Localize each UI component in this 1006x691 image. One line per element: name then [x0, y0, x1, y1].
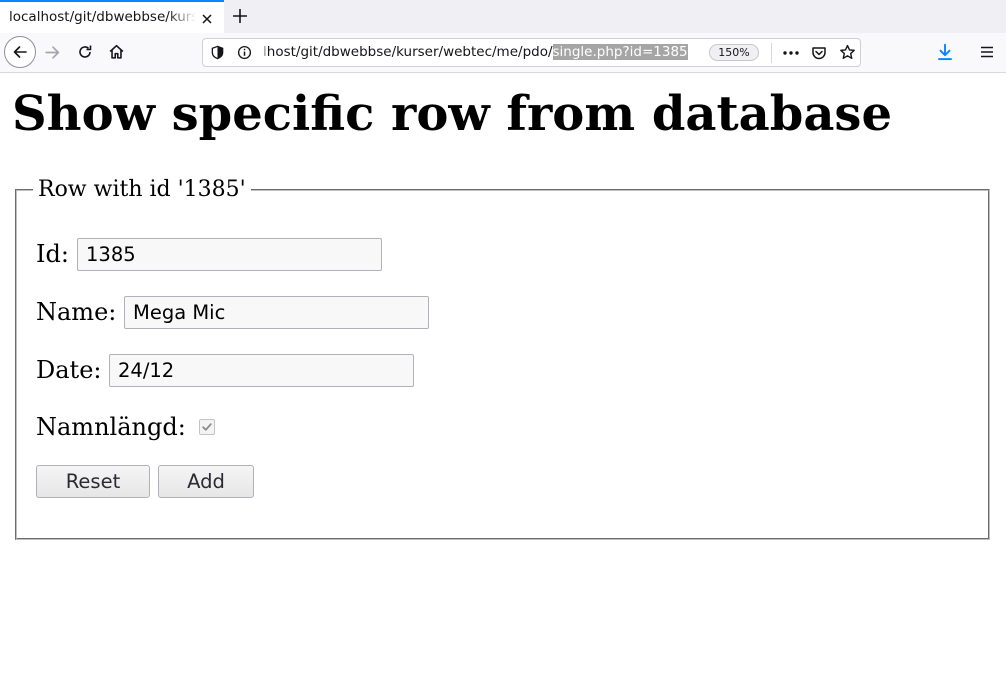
- address-bar[interactable]: lhost/git/dbwebbse/kurser/webtec/me/pdo/…: [202, 38, 861, 67]
- date-label: Date:: [36, 356, 102, 384]
- zoom-level-badge[interactable]: 150%: [709, 44, 759, 61]
- arrow-left-icon: [13, 46, 27, 58]
- page-title: Show specific row from database: [12, 86, 892, 142]
- pocket-icon[interactable]: [811, 45, 827, 61]
- shield-icon[interactable]: [210, 45, 225, 60]
- id-field[interactable]: [77, 238, 382, 271]
- reload-button[interactable]: [77, 44, 93, 60]
- fieldset-legend: Row with id '1385': [33, 176, 251, 204]
- forward-button[interactable]: [44, 44, 61, 61]
- hamburger-menu-icon[interactable]: [979, 44, 995, 60]
- new-tab-icon[interactable]: [231, 7, 249, 25]
- name-field[interactable]: [124, 296, 429, 329]
- url-text[interactable]: lhost/git/dbwebbse/kurser/webtec/me/pdo/…: [263, 44, 688, 61]
- add-button[interactable]: Add: [158, 465, 254, 498]
- tab-strip: localhost/git/dbwebbse/kurser/webtec/me/…: [0, 0, 1006, 33]
- back-button[interactable]: [4, 36, 36, 68]
- more-actions-icon[interactable]: [782, 45, 800, 61]
- date-field[interactable]: [109, 354, 414, 387]
- namnlangd-label: Namnlängd:: [36, 413, 186, 441]
- tab-title: localhost/git/dbwebbse/kurser/webtec/me/…: [9, 9, 196, 25]
- checkmark-icon: [202, 423, 212, 431]
- bookmark-star-icon[interactable]: [839, 44, 856, 61]
- namnlangd-checkbox[interactable]: [199, 419, 215, 435]
- info-icon[interactable]: [237, 45, 252, 60]
- navigation-toolbar: lhost/git/dbwebbse/kurser/webtec/me/pdo/…: [0, 33, 1006, 73]
- home-button[interactable]: [108, 43, 125, 60]
- url-divider: [771, 43, 772, 63]
- download-icon[interactable]: [936, 43, 954, 61]
- url-path: host/git/dbwebbse/kurser/webtec/me/pdo/: [266, 44, 553, 60]
- active-tab[interactable]: localhost/git/dbwebbse/kurser/webtec/me/…: [0, 0, 224, 33]
- url-selected-part: single.php?id=1385: [552, 44, 688, 60]
- name-label: Name:: [36, 298, 117, 326]
- close-tab-icon[interactable]: [199, 11, 215, 27]
- reset-button[interactable]: Reset: [36, 465, 150, 498]
- id-label: Id:: [36, 240, 69, 268]
